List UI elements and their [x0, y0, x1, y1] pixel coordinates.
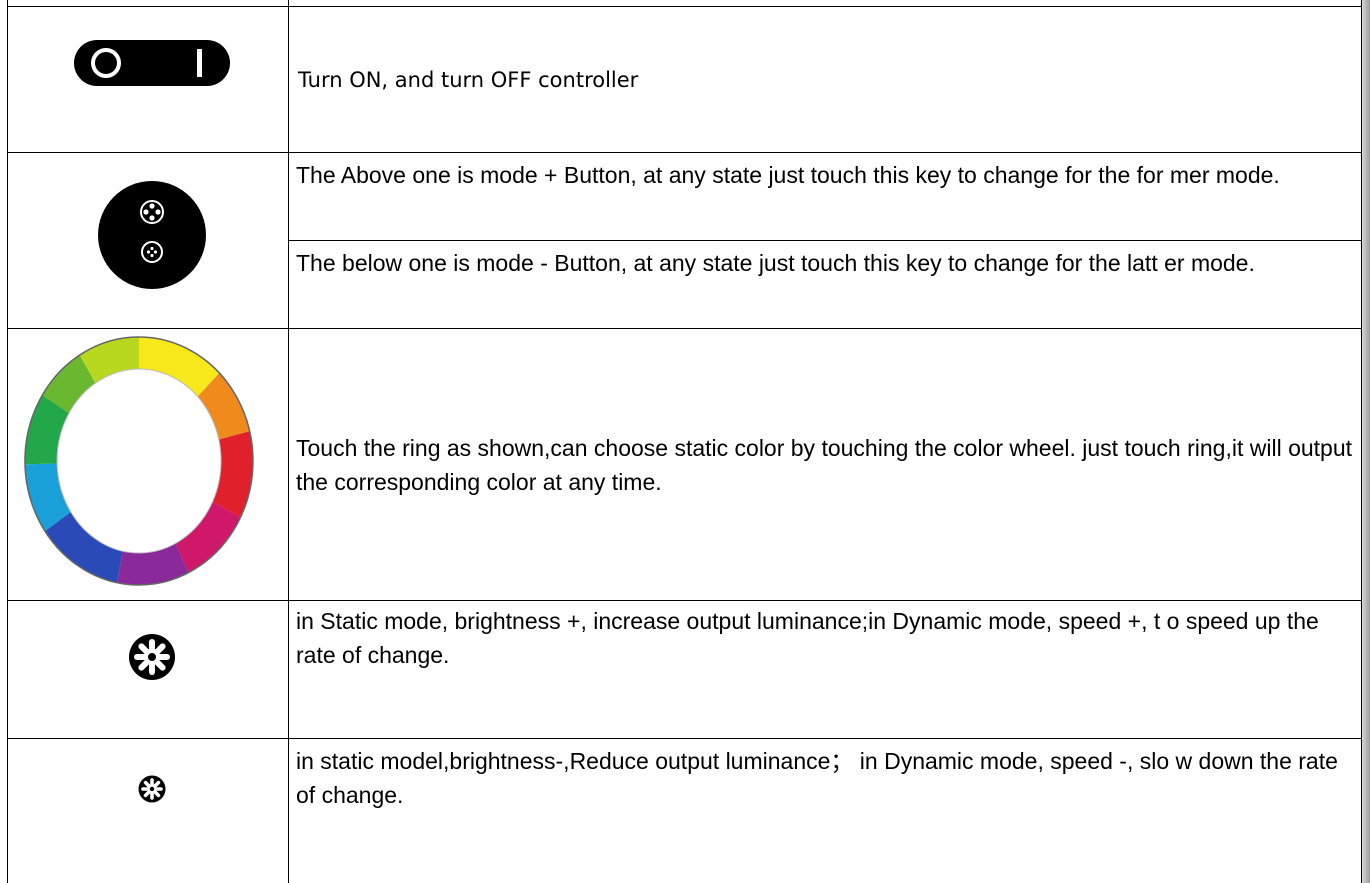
row-divider-1: [7, 152, 1362, 153]
color-wheel-icon: [24, 336, 254, 586]
brightness-up-icon: [129, 634, 175, 680]
row-description: Turn ON, and turn OFF controller: [298, 7, 1353, 152]
row-divider-3: [7, 600, 1362, 601]
mode-plus-description: The Above one is mode + Button, at any s…: [296, 162, 1280, 188]
controller-function-table: Turn ON, and turn OFF controller The Abo…: [0, 0, 1362, 883]
mode-minus-description: The below one is mode - Button, at any s…: [296, 250, 1255, 276]
table-border-right: [1361, 0, 1362, 883]
mode-buttons-icon: [98, 181, 206, 289]
row-description-upper: The Above one is mode + Button, at any s…: [296, 158, 1358, 240]
row-description-text: in Static mode, brightness +, increase o…: [296, 608, 1319, 668]
row-description-text: Turn ON, and turn OFF controller: [298, 67, 639, 92]
row-description-lower: The below one is mode - Button, at any s…: [296, 246, 1358, 328]
row-divider-4: [7, 738, 1362, 739]
row-description: in static model,brightness-,Reduce outpu…: [296, 744, 1358, 883]
power-switch-icon: [74, 40, 230, 86]
row-description: in Static mode, brightness +, increase o…: [296, 604, 1358, 738]
row-subdivider-2: [288, 240, 1362, 241]
row-description-text: in static model,brightness-,Reduce outpu…: [296, 748, 1338, 808]
table-column-divider: [288, 0, 289, 883]
row-description: Touch the ring as shown,can choose stati…: [296, 329, 1358, 600]
brightness-down-icon: [138, 775, 166, 803]
row-description-text: Touch the ring as shown,can choose stati…: [296, 434, 1353, 495]
page-edge-shadow: [1362, 0, 1370, 883]
table-border-left: [7, 0, 8, 883]
